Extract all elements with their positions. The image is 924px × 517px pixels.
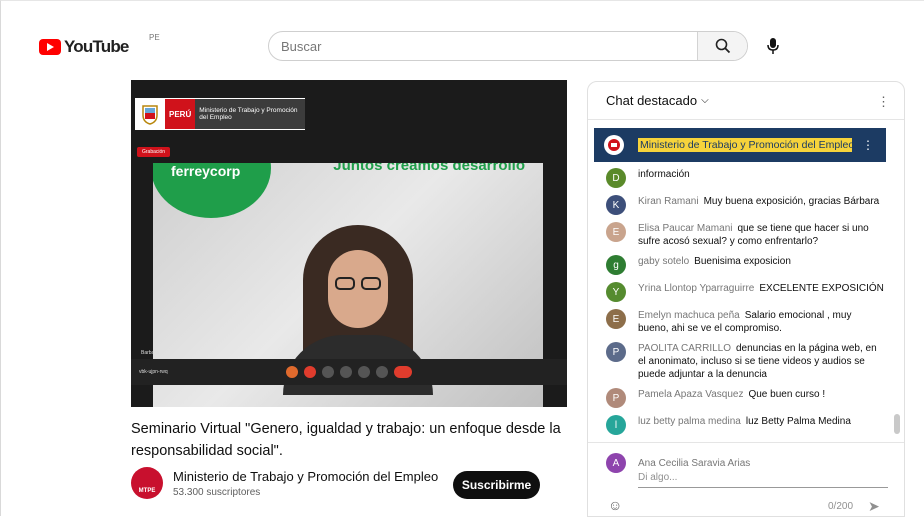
- logo-text: YouTube: [64, 37, 129, 56]
- user-name: Ana Cecilia Saravia Arias: [638, 457, 751, 469]
- message-text: información: [638, 169, 690, 180]
- region-label: PE: [149, 33, 160, 42]
- author-avatar[interactable]: P: [606, 388, 626, 408]
- recording-badge: Grabación: [137, 147, 171, 157]
- author-avatar[interactable]: E: [606, 222, 626, 242]
- ministry-banner: PERÚ Ministerio de Trabajo y Promoción d…: [135, 98, 305, 130]
- channel-name[interactable]: Ministerio de Trabajo y Promoción del Em…: [173, 469, 438, 484]
- hangup-icon: [394, 366, 412, 378]
- mic-control-icon: [286, 366, 298, 378]
- speaker-video: [283, 225, 433, 395]
- youtube-logo[interactable]: YouTube PE: [39, 33, 160, 57]
- message-text: Buenisima exposicion: [694, 256, 791, 267]
- chat-message[interactable]: E Emelyn machuca peña Salario emocional , …: [588, 309, 894, 335]
- search-box[interactable]: Buscar: [268, 31, 748, 61]
- chevron-down-icon[interactable]: ⌵: [701, 95, 709, 106]
- meeting-controls: [131, 359, 567, 385]
- more-vert-icon[interactable]: ⋮: [877, 94, 890, 110]
- search-input[interactable]: Buscar: [281, 39, 697, 54]
- more-vert-icon[interactable]: ⋮: [862, 138, 874, 152]
- user-avatar: A: [606, 453, 626, 473]
- camera-control-icon: [304, 366, 316, 378]
- message-author[interactable]: Elisa Paucar Mamani: [638, 223, 732, 234]
- message-text: Muy buena exposición, gracias Bárbara: [703, 196, 880, 207]
- chat-message[interactable]: l luz betty palma medina luz Betty Palma M…: [588, 415, 894, 435]
- chat-message[interactable]: P PAOLITA CARRILLO denuncias en la página …: [588, 342, 894, 381]
- author-avatar[interactable]: K: [606, 195, 626, 215]
- more-control-icon: [376, 366, 388, 378]
- video-player[interactable]: PERÚ Ministerio de Trabajo y Promoción d…: [131, 80, 567, 407]
- pinned-text: Ministerio de Trabajo y Promoción del Em…: [638, 138, 852, 152]
- chat-header[interactable]: Chat destacado ⌵ ⋮: [588, 82, 904, 120]
- search-icon: [715, 38, 730, 54]
- message-author[interactable]: luz betty palma medina: [638, 416, 741, 427]
- emoji-icon[interactable]: ☺: [608, 497, 622, 513]
- author-avatar[interactable]: g: [606, 255, 626, 275]
- author-avatar[interactable]: D: [606, 168, 626, 188]
- meeting-id: vbk-ujpn-rwq: [139, 369, 168, 375]
- live-chat: Chat destacado ⌵ ⋮ Ministerio de Trabajo…: [587, 81, 905, 517]
- chat-message[interactable]: g gaby sotelo Buenisima exposicion: [588, 255, 894, 275]
- message-text: luz Betty Palma Medina: [745, 416, 851, 427]
- message-author[interactable]: Kiran Ramani: [638, 196, 699, 207]
- chat-message[interactable]: K Kiran Ramani Muy buena exposición, graci…: [588, 195, 894, 215]
- subscribe-button[interactable]: Suscribirme: [453, 471, 540, 499]
- message-text: EXCELENTE EXPOSICIÓN: [759, 283, 884, 294]
- message-author[interactable]: gaby sotelo: [638, 256, 689, 267]
- microphone-icon: [767, 38, 779, 54]
- message-author[interactable]: Emelyn machuca peña: [638, 310, 740, 321]
- video-title: Seminario Virtual "Genero, igualdad y tr…: [131, 421, 561, 459]
- char-counter: 0/200: [828, 501, 854, 512]
- send-icon[interactable]: ➤: [868, 498, 880, 515]
- captions-control-icon: [322, 366, 334, 378]
- pinned-message[interactable]: Ministerio de Trabajo y Promoción del Em…: [594, 128, 886, 162]
- message-author[interactable]: Pamela Apaza Vasquez: [638, 389, 743, 400]
- chat-message[interactable]: Dinformación: [588, 168, 894, 188]
- present-control-icon: [358, 366, 370, 378]
- banner-country: PERÚ: [165, 99, 196, 129]
- author-avatar[interactable]: E: [606, 309, 626, 329]
- channel-avatar[interactable]: MTPE: [131, 467, 163, 499]
- author-avatar[interactable]: l: [606, 415, 626, 435]
- chat-message[interactable]: P Pamela Apaza Vasquez Que buen curso !: [588, 388, 894, 408]
- chat-message[interactable]: E Elisa Paucar Mamani que se tiene que hac…: [588, 222, 894, 248]
- chat-input[interactable]: Di algo...: [638, 472, 888, 488]
- chat-scrollbar[interactable]: [894, 414, 900, 434]
- slide-brand: ferreycorp: [171, 163, 241, 179]
- chat-messages: Dinformación K Kiran Ramani Muy buena expos…: [588, 168, 894, 442]
- author-avatar[interactable]: Y: [606, 282, 626, 302]
- message-author[interactable]: Yrina Llontop Yparraguirre: [638, 283, 754, 294]
- participant-name: Barbara: [141, 350, 159, 356]
- message-text: Que buen curso !: [748, 389, 826, 400]
- pinned-avatar: [604, 135, 624, 155]
- youtube-play-icon: [39, 39, 61, 55]
- chat-message[interactable]: Y Yrina Llontop Yparraguirre EXCELENTE EXP…: [588, 282, 894, 302]
- banner-ministry: Ministerio de Trabajo y Promoción del Em…: [195, 99, 305, 129]
- chat-input-area: A Ana Cecilia Saravia Arias Di algo... ☺…: [588, 442, 904, 516]
- search-button[interactable]: [697, 32, 747, 60]
- message-author[interactable]: PAOLITA CARRILLO: [638, 343, 731, 354]
- subscriber-count: 53.300 suscriptores: [173, 486, 261, 498]
- slide-slogan: Juntos creamos desarrollo: [333, 163, 525, 174]
- author-avatar[interactable]: P: [606, 342, 626, 362]
- browser-frame: YouTube PE Buscar PERÚ Ministerio de Tra…: [0, 0, 924, 517]
- peru-shield-icon: [135, 99, 165, 129]
- voice-search-button[interactable]: [761, 34, 785, 58]
- chat-mode-label[interactable]: Chat destacado: [606, 93, 697, 108]
- hand-control-icon: [340, 366, 352, 378]
- channel-info[interactable]: MTPE Ministerio de Trabajo y Promoción d…: [131, 467, 438, 499]
